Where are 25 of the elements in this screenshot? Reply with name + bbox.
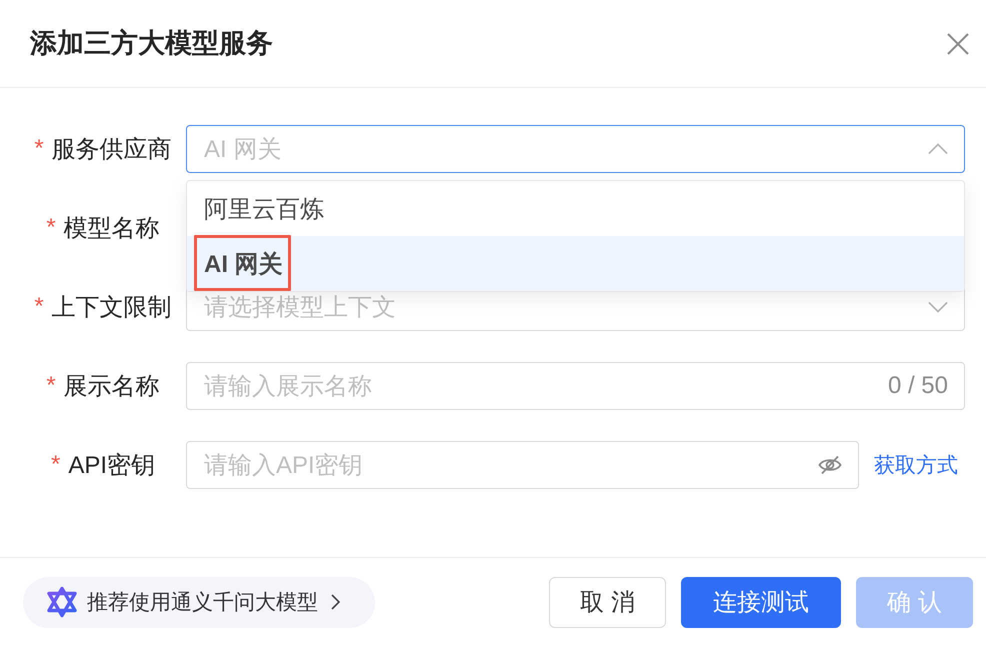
close-icon[interactable] bbox=[947, 32, 969, 54]
hexagram-icon bbox=[46, 586, 78, 618]
required-mark: * bbox=[46, 214, 56, 242]
help-link[interactable]: 获取方式 bbox=[874, 451, 958, 479]
required-mark: * bbox=[34, 293, 44, 321]
field-label: 上下文限制 bbox=[52, 293, 172, 323]
dialog-title: 添加三方大模型服务 bbox=[30, 27, 273, 60]
field-label: 展示名称 bbox=[64, 372, 160, 402]
field-label: 模型名称 bbox=[64, 214, 160, 244]
chevron-up-icon bbox=[928, 143, 948, 155]
chevron-right-icon bbox=[331, 594, 340, 610]
dialog-button[interactable]: 取 消 bbox=[549, 576, 666, 628]
required-mark: * bbox=[34, 135, 44, 163]
character-counter: 0 / 50 bbox=[888, 372, 948, 400]
text-field[interactable]: 请输入展示名称 0 / 50 bbox=[186, 362, 965, 410]
required-mark: * bbox=[46, 372, 56, 400]
field-label: API密钥 bbox=[68, 451, 156, 481]
dialog-button[interactable]: 连接测试 bbox=[681, 576, 841, 628]
recommendation-chip[interactable]: 推荐使用通义千问大模型 bbox=[23, 576, 375, 628]
dropdown-option[interactable]: AI 网关 bbox=[187, 236, 964, 291]
eye-slash-icon[interactable] bbox=[818, 455, 842, 475]
dropdown-option[interactable]: 阿里云百炼 bbox=[187, 181, 964, 236]
field-label: 服务供应商 bbox=[52, 135, 172, 165]
chevron-down-icon bbox=[928, 301, 948, 313]
required-mark: * bbox=[50, 451, 60, 479]
